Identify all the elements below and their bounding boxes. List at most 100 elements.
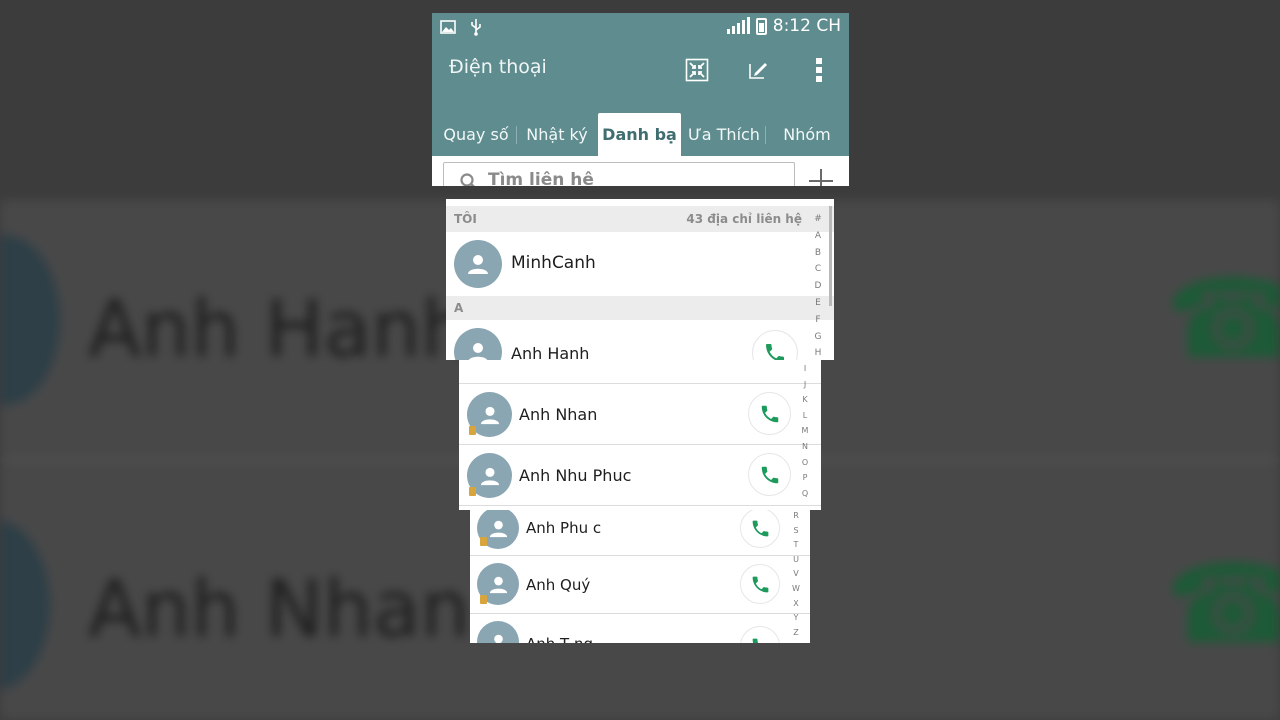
sim-card-icon	[469, 487, 476, 496]
index-letter[interactable]: L	[803, 411, 807, 427]
app-title: Điện thoại	[449, 56, 547, 78]
section-letter: A	[454, 301, 464, 315]
person-icon	[468, 255, 488, 274]
contact-name: Anh Hanh	[511, 344, 590, 360]
usb-icon	[470, 18, 481, 36]
call-button[interactable]	[740, 510, 780, 548]
contact-row[interactable]: Anh T ng	[470, 614, 810, 643]
sim-card-icon	[480, 595, 487, 604]
index-letter[interactable]: N	[802, 442, 808, 458]
phone-icon	[752, 576, 768, 592]
index-letter[interactable]: R	[793, 511, 799, 526]
contacts-fragment-2: Anh Nhan Anh Nhu Phuc I J K L M N O P Q	[459, 360, 821, 510]
call-button[interactable]	[748, 453, 791, 496]
call-button[interactable]	[748, 392, 791, 435]
phone-icon	[752, 520, 768, 536]
add-contact-button[interactable]	[804, 164, 838, 186]
battery-icon	[755, 17, 767, 35]
index-letter[interactable]: K	[802, 395, 807, 411]
alphabet-index[interactable]: R S T U V W X Y Z	[786, 511, 806, 642]
contact-row[interactable]: Anh Phu c	[470, 510, 810, 556]
index-letter[interactable]: I	[804, 364, 806, 380]
tab-contacts[interactable]: Danh bạ	[598, 113, 681, 156]
contact-name: Anh Nhan	[519, 405, 598, 424]
index-letter[interactable]: C	[815, 264, 821, 281]
me-header-label: TÔI	[454, 212, 477, 226]
person-icon	[468, 343, 488, 360]
person-icon	[493, 634, 503, 643]
index-letter[interactable]: W	[792, 584, 800, 599]
tab-groups[interactable]: Nhóm	[768, 113, 846, 156]
app-bar: Điện thoại	[432, 41, 849, 101]
call-button[interactable]	[740, 626, 780, 643]
index-letter[interactable]: F	[815, 315, 820, 332]
tab-separator	[765, 126, 766, 144]
index-letter[interactable]: D	[815, 281, 822, 298]
tab-dialer[interactable]: Quay số	[436, 113, 516, 156]
phone-icon	[752, 638, 758, 643]
tab-call-log[interactable]: Nhật ký	[517, 113, 597, 156]
contacts-fragment-1: TÔI 43 địa chỉ liên hệ MinhCanh A Anh Ha…	[446, 199, 834, 360]
person-icon	[489, 576, 507, 593]
contact-row[interactable]: Anh Nhu Phuc	[459, 445, 821, 506]
edit-icon[interactable]	[743, 55, 773, 85]
index-letter[interactable]: T	[794, 540, 799, 555]
contact-row[interactable]: Anh Hanh	[446, 320, 834, 360]
index-letter[interactable]: Z	[793, 628, 798, 643]
more-vert-icon[interactable]	[804, 55, 834, 85]
phone-icon	[766, 344, 784, 360]
my-profile-row[interactable]: MinhCanh	[446, 232, 834, 296]
index-letter[interactable]: O	[802, 458, 808, 474]
tab-favorites[interactable]: Ưa Thích	[684, 113, 764, 156]
index-letter[interactable]: G	[815, 332, 822, 349]
bg-phone-icon: ☎	[1165, 540, 1280, 668]
contact-row[interactable]: Anh Quý	[470, 556, 810, 614]
index-letter[interactable]: U	[793, 555, 799, 570]
status-time: 8:12 CH	[772, 16, 841, 36]
sim-card-icon	[469, 426, 476, 435]
search-input[interactable]: Tìm liên hệ	[443, 162, 795, 186]
index-letter[interactable]: P	[803, 473, 808, 489]
me-section-header: TÔI 43 địa chỉ liên hệ	[446, 206, 834, 232]
index-letter[interactable]: X	[793, 599, 798, 614]
contact-row[interactable]: Anh Nhan	[459, 384, 821, 445]
phone-header: 8:12 CH Điện thoại Quay số Nhật ký Danh …	[432, 13, 849, 186]
contact-row-partial[interactable]	[459, 360, 821, 384]
contact-name: Anh T ng	[526, 635, 593, 643]
search-row: Tìm liên hệ	[432, 156, 849, 186]
contact-name: Anh Quý	[526, 576, 591, 594]
status-bar: 8:12 CH	[432, 13, 849, 41]
search-placeholder: Tìm liên hệ	[488, 170, 594, 186]
my-name: MinhCanh	[511, 253, 596, 273]
index-letter[interactable]: #	[814, 214, 822, 231]
image-icon	[440, 19, 456, 34]
phone-icon	[761, 466, 778, 483]
index-letter[interactable]: H	[815, 348, 822, 360]
index-letter[interactable]: M	[802, 426, 809, 442]
signal-icon	[726, 17, 750, 34]
call-button[interactable]	[752, 330, 798, 360]
index-letter[interactable]: E	[815, 298, 821, 315]
tab-bar: Quay số Nhật ký Danh bạ Ưa Thích Nhóm	[432, 101, 849, 156]
index-letter[interactable]: B	[815, 248, 821, 265]
index-letter[interactable]: Q	[802, 489, 808, 505]
person-icon	[489, 520, 507, 537]
alphabet-index[interactable]: I J K L M N O P Q	[795, 364, 815, 504]
index-letter[interactable]: J	[804, 380, 806, 396]
contract-view-icon[interactable]	[682, 55, 712, 85]
call-button[interactable]	[740, 564, 780, 604]
screen: Anh Hanh Anh Nhan ☎ ☎ 8:12 CH Điện thoại	[0, 0, 1280, 720]
index-letter[interactable]: Y	[794, 613, 799, 628]
bg-contact-text: Anh Hanh	[88, 285, 471, 375]
plus-icon	[809, 169, 833, 186]
phone-icon	[761, 405, 778, 422]
index-letter[interactable]: S	[793, 526, 798, 541]
index-letter[interactable]: A	[815, 231, 821, 248]
search-icon	[460, 173, 475, 186]
avatar	[454, 240, 502, 288]
contact-name: Anh Phu c	[526, 519, 602, 537]
index-letter[interactable]: V	[793, 569, 798, 584]
scrollbar[interactable]	[829, 206, 832, 306]
section-header-a: A	[446, 296, 834, 320]
alphabet-index[interactable]: # A B C D E F G H	[808, 214, 828, 360]
